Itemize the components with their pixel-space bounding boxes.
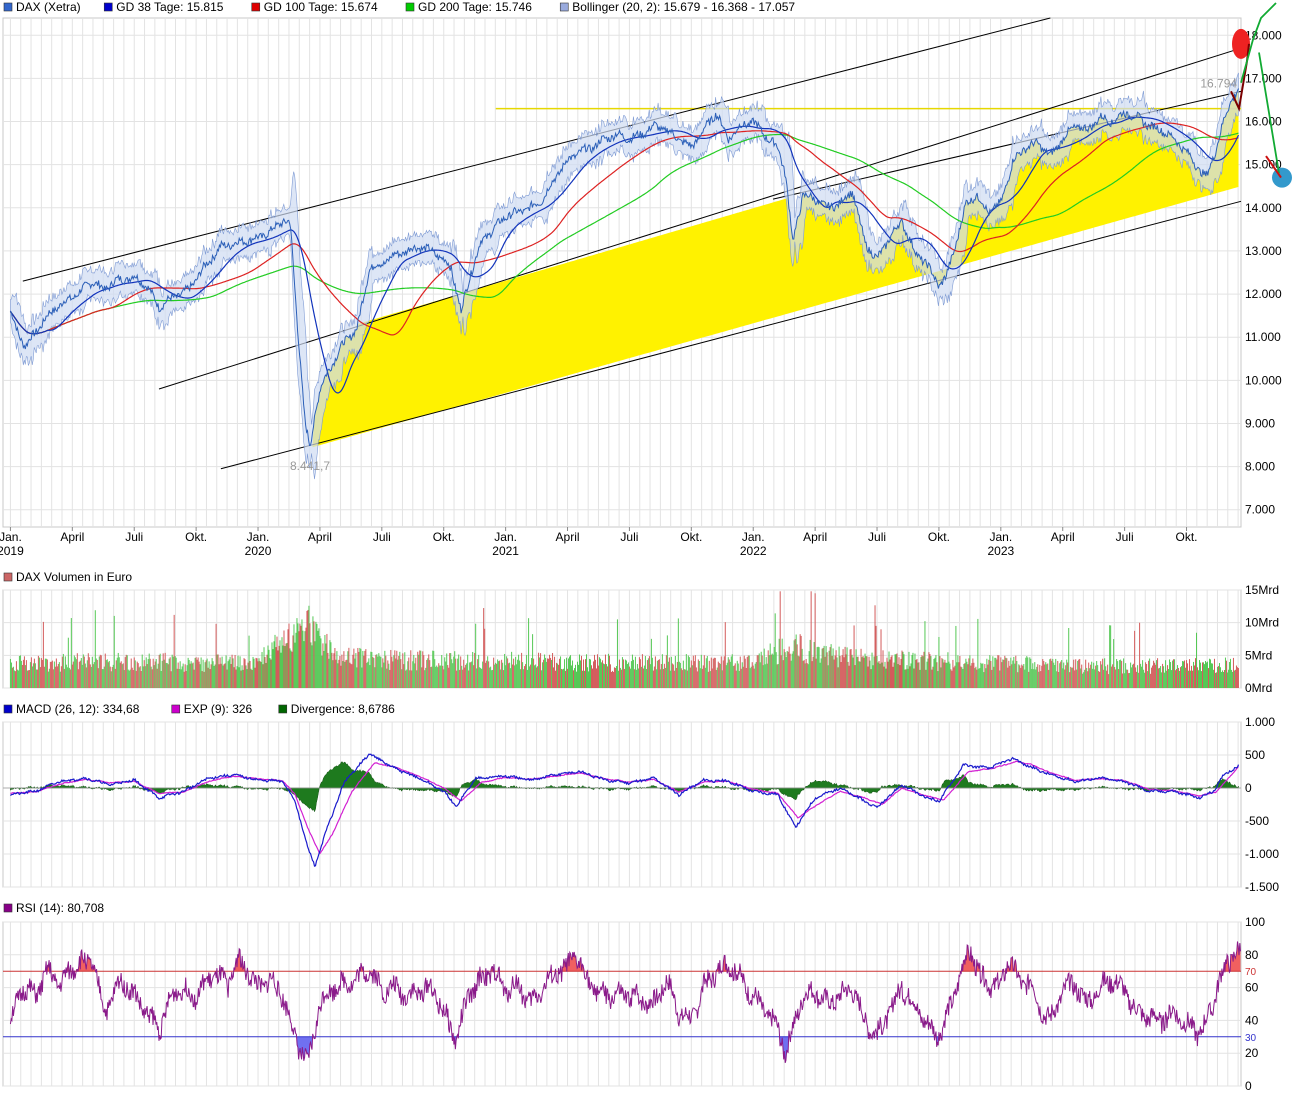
price-legend-swatch <box>559 2 569 12</box>
macd-legend-label: Divergence: 8,6786 <box>291 702 395 716</box>
price-x-year-label: 2023 <box>987 544 1014 558</box>
macd-legend-swatch <box>278 704 288 714</box>
price-panel: 7.000 8.000 9.000 10.000 11.000 12.000 13.000 1… <box>0 0 1292 558</box>
price-x-year-label: 2019 <box>0 544 24 558</box>
price-x-year-label: 2022 <box>740 544 767 558</box>
macd-y-tick-label: 0 <box>1245 781 1252 795</box>
price-x-tick-label: Jan. <box>742 530 765 544</box>
macd-legend-label: EXP (9): 326 <box>184 702 253 716</box>
macd-y-tick-label: -1.000 <box>1245 847 1279 861</box>
macd-y-tick-label: 1.000 <box>1245 715 1275 729</box>
macd-frame <box>2 721 1242 888</box>
price-legend-swatch <box>103 2 113 12</box>
price-y-tick-label: 9.000 <box>1245 416 1275 430</box>
price-x-tick-label: April <box>556 530 580 544</box>
price-x-tick-label: Okt. <box>185 530 207 544</box>
volume-legend-swatch <box>3 572 13 582</box>
price-y-tick-label: 12.000 <box>1245 287 1282 301</box>
macd-y-tick-label: -1.500 <box>1245 880 1279 894</box>
rsi-legend-label: RSI (14): 80,708 <box>16 901 104 915</box>
rsi-y-tick-label: 0 <box>1245 1079 1252 1093</box>
price-legend-swatch <box>3 2 13 12</box>
price-legend-label: GD 100 Tage: 15.674 <box>264 0 378 14</box>
price-x-tick-label: April <box>803 530 827 544</box>
price-x-tick-label: Jan. <box>0 530 22 544</box>
rsi-y-tick-label: 80 <box>1245 948 1259 962</box>
price-x-year-label: 2020 <box>245 544 272 558</box>
price-x-tick-label: Juli <box>620 530 638 544</box>
macd-y-tick-label: 500 <box>1245 748 1265 762</box>
price-y-tick-label: 18.000 <box>1245 28 1282 42</box>
rsi-y-tick-label: 40 <box>1245 1013 1259 1027</box>
price-x-tick-label: Jan. <box>247 530 270 544</box>
macd-legend-label: MACD (26, 12): 334,68 <box>16 702 140 716</box>
rsi-threshold-label: 70 <box>1245 967 1257 978</box>
price-legend-label: GD 38 Tage: 15.815 <box>116 0 224 14</box>
price-x-tick-label: Juli <box>868 530 886 544</box>
price-y-tick-label: 13.000 <box>1245 244 1282 258</box>
price-x-tick-label: Juli <box>373 530 391 544</box>
chart-canvas: 7.000 8.000 9.000 10.000 11.000 12.000 13.000 1… <box>0 0 1292 1100</box>
price-y-tick-label: 10.000 <box>1245 373 1282 387</box>
volume-y-tick-label: 5Mrd <box>1245 648 1272 662</box>
rsi-legend-swatch <box>3 903 13 913</box>
price-legend-label: DAX (Xetra) <box>16 0 81 14</box>
price-annotation: 8.441,7 <box>290 459 330 473</box>
price-x-tick-label: Okt. <box>928 530 950 544</box>
price-x-year-label: 2021 <box>492 544 519 558</box>
rsi-y-tick-label: 60 <box>1245 981 1259 995</box>
price-x-tick-label: April <box>1051 530 1075 544</box>
price-x-tick-label: Okt. <box>433 530 455 544</box>
volume-y-tick-label: 0Mrd <box>1245 681 1272 695</box>
price-x-tick-label: Okt. <box>1176 530 1198 544</box>
price-x-tick-label: Jan. <box>989 530 1012 544</box>
volume-legend-label: DAX Volumen in Euro <box>16 570 132 584</box>
price-legend-label: GD 200 Tage: 15.746 <box>418 0 532 14</box>
price-legend-label: Bollinger (20, 2): 15.679 - 16.368 - 17.… <box>572 0 795 14</box>
rsi-threshold-label: 30 <box>1245 1033 1257 1044</box>
price-x-tick-label: Okt. <box>680 530 702 544</box>
rsi-panel: 0 20 40 60 80 100 70 30 RSI (14): 80,708 <box>2 901 1265 1093</box>
price-x-tick-label: Juli <box>125 530 143 544</box>
price-y-tick-label: 11.000 <box>1245 330 1281 344</box>
price-y-tick-label: 14.000 <box>1245 201 1282 215</box>
macd-y-tick-label: -500 <box>1245 814 1269 828</box>
volume-y-tick-label: 15Mrd <box>1245 583 1279 597</box>
rsi-y-tick-label: 100 <box>1245 915 1265 929</box>
price-x-tick-label: April <box>60 530 84 544</box>
rsi-y-tick-label: 20 <box>1245 1046 1259 1060</box>
macd-panel: 1.000 500 0 -500 -1.000 -1.500 MACD (26, 12): … <box>2 702 1279 894</box>
dax-chart: 7.000 8.000 9.000 10.000 11.000 12.000 13.000 1… <box>0 0 1292 1100</box>
price-y-tick-label: 8.000 <box>1245 460 1275 474</box>
macd-legend-swatch <box>171 704 181 714</box>
price-y-tick-label: 7.000 <box>1245 503 1275 517</box>
price-x-tick-label: April <box>308 530 332 544</box>
macd-legend-swatch <box>3 704 13 714</box>
price-x-tick-label: Juli <box>1116 530 1134 544</box>
price-legend-swatch <box>405 2 415 12</box>
price-legend-swatch <box>251 2 261 12</box>
price-annotation: 16.794 <box>1200 76 1237 90</box>
price-x-tick-label: Jan. <box>494 530 517 544</box>
rsi-frame <box>2 921 1242 1087</box>
volume-y-tick-label: 10Mrd <box>1245 616 1279 630</box>
price-y-tick-label: 16.000 <box>1245 115 1282 129</box>
